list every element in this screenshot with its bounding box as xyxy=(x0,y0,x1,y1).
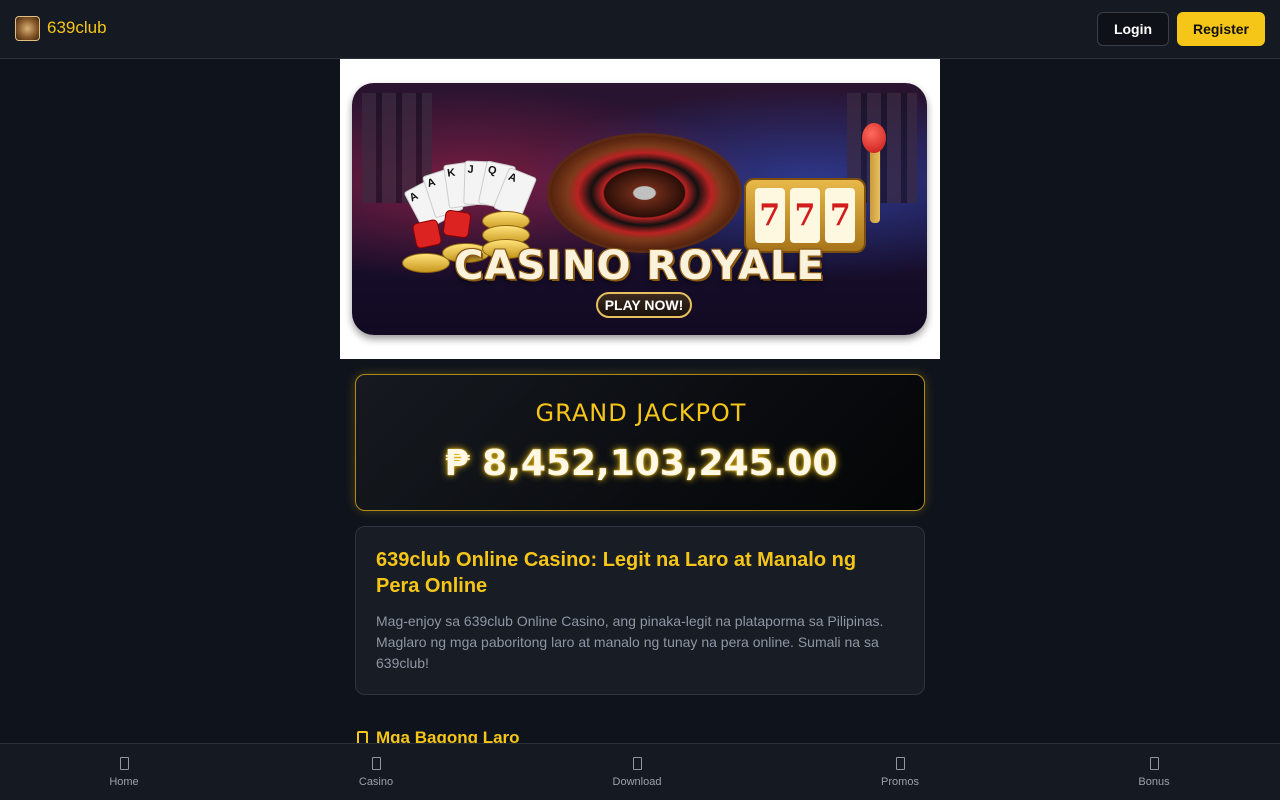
roulette-wheel-illustration xyxy=(547,133,742,253)
casino-icon xyxy=(371,757,381,770)
nav-label: Casino xyxy=(358,776,394,788)
login-button[interactable]: Login xyxy=(1097,12,1169,46)
nav-label: Download xyxy=(612,776,662,788)
dice-icon xyxy=(442,209,472,239)
home-icon xyxy=(119,757,129,770)
nav-item-promos[interactable]: Promos xyxy=(850,744,950,800)
grand-jackpot-panel: GRAND JACKPOT ₱ 8,452,103,245.00 xyxy=(355,374,925,511)
bonus-icon xyxy=(1149,757,1159,770)
brand-logo-icon[interactable] xyxy=(15,16,40,41)
nav-label: Home xyxy=(109,776,139,788)
banner-title: CASINO ROYALE xyxy=(454,243,825,289)
intro-heading: 639club Online Casino: Legit na Laro at … xyxy=(376,549,857,597)
register-button[interactable]: Register xyxy=(1177,12,1265,46)
jackpot-amount: ₱ 8,452,103,245.00 xyxy=(444,443,838,484)
intro-text: Mag-enjoy sa 639club Online Casino, ang … xyxy=(376,613,884,671)
nav-label: Promos xyxy=(881,776,919,788)
slot-reel: 7 xyxy=(754,188,785,243)
nav-item-casino[interactable]: Casino xyxy=(326,744,426,800)
download-icon xyxy=(632,757,642,770)
lever-knob-icon xyxy=(862,123,886,153)
slot-reel: 7 xyxy=(789,188,820,243)
top-header: 639club Login Register xyxy=(0,0,1280,59)
promo-banner[interactable]: A A K J Q A 7 7 7 CASINO ROYALE PLAY NOW… xyxy=(352,83,927,335)
intro-card: 639club Online Casino: Legit na Laro at … xyxy=(355,526,925,695)
play-now-button[interactable]: PLAY NOW! xyxy=(596,292,692,318)
nav-item-bonus[interactable]: Bonus xyxy=(1104,744,1204,800)
slot-machine-illustration: 7 7 7 xyxy=(744,178,866,253)
banner-container: A A K J Q A 7 7 7 CASINO ROYALE PLAY NOW… xyxy=(340,59,940,359)
jackpot-title: GRAND JACKPOT xyxy=(535,399,747,427)
bottom-navigation: Home Casino Download Promos Bonus xyxy=(0,743,1280,800)
nav-item-home[interactable]: Home xyxy=(74,744,174,800)
nav-item-download[interactable]: Download xyxy=(587,744,687,800)
brand-name[interactable]: 639club xyxy=(47,18,107,38)
promos-icon xyxy=(895,757,905,770)
nav-label: Bonus xyxy=(1138,776,1170,788)
slot-reel: 7 xyxy=(825,188,856,243)
